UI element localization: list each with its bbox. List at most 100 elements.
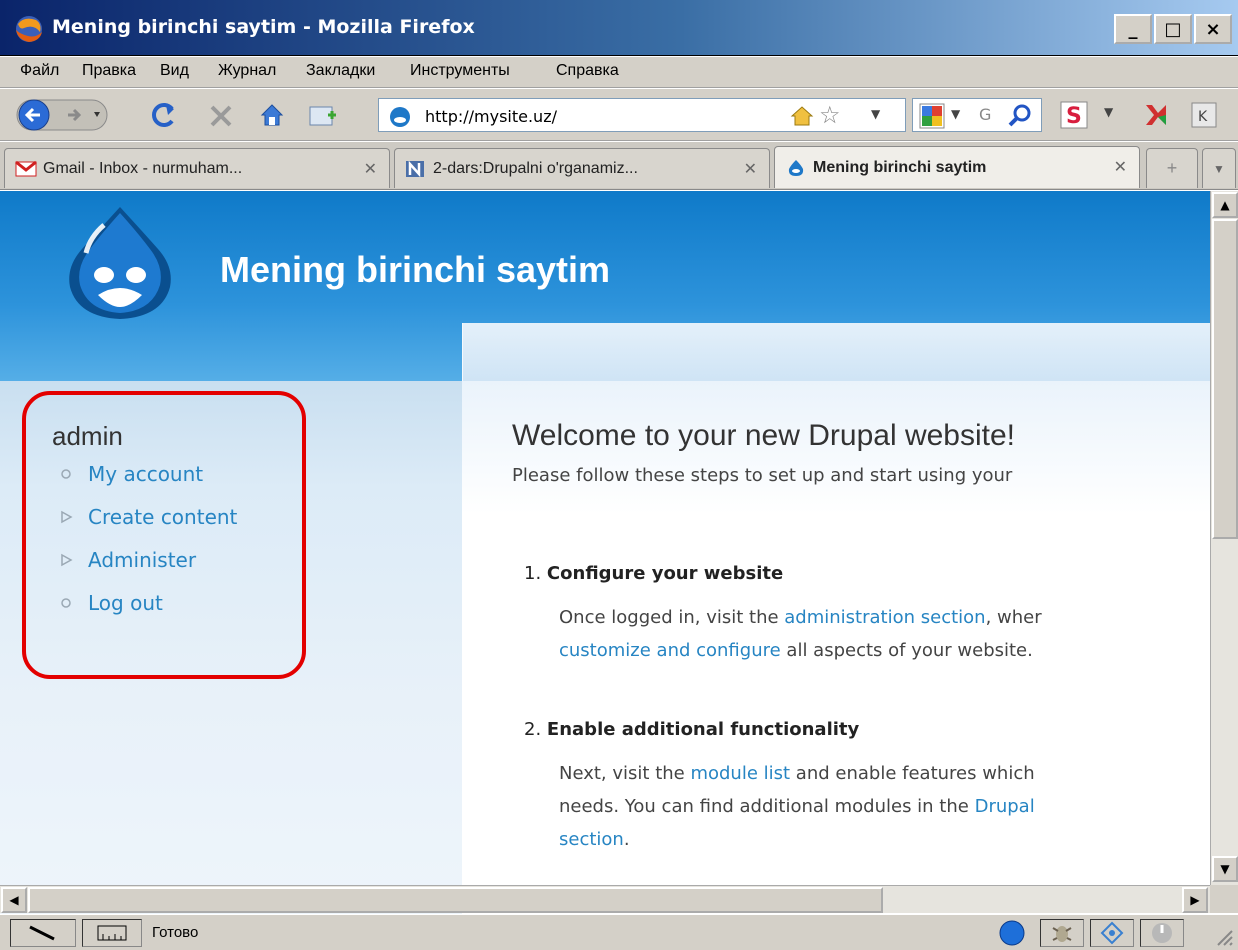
main-content: Welcome to your new Drupal website! Plea… <box>462 381 1210 914</box>
module-list-link[interactable]: module list <box>690 763 790 784</box>
highlight-annotation <box>22 391 306 679</box>
url-bar[interactable]: ☆ ▼ <box>378 98 906 132</box>
step-text: all aspects of your website. <box>780 640 1033 661</box>
status-bar: Готово <box>0 914 1238 950</box>
search-prefix-icon: G <box>979 105 992 124</box>
step-1-heading: 1. Configure your website <box>524 563 783 584</box>
step-text: Once logged in, visit the <box>559 607 785 628</box>
tab-close-icon[interactable]: ✕ <box>364 159 377 179</box>
vertical-scrollbar[interactable]: ▲ ▼ <box>1210 191 1238 885</box>
google-icon <box>919 103 945 129</box>
scroll-corner <box>1210 885 1238 913</box>
step-text: , wher <box>985 607 1042 628</box>
status-indicator-blue[interactable] <box>990 919 1034 947</box>
navigation-toolbar: ☆ ▼ ▼ G S ▼ K <box>0 89 1238 141</box>
tab-label: 2-dars:Drupalni o'rganamiz... <box>433 159 638 177</box>
kaspersky-icon[interactable] <box>1142 101 1170 129</box>
tab-label: Gmail - Inbox - nurmuham... <box>43 159 243 177</box>
drupal-logo-icon[interactable] <box>60 203 180 323</box>
svg-text:K: K <box>1198 109 1208 125</box>
back-forward-buttons[interactable] <box>16 97 116 133</box>
step-text: . <box>623 829 630 850</box>
n-site-icon <box>406 160 424 177</box>
page-title: Welcome to your new Drupal website! <box>512 419 1015 452</box>
window-title: Mening birinchi saytim - Mozilla Firefox <box>52 16 475 38</box>
search-icon[interactable] <box>1007 103 1033 129</box>
chevron-down-icon: ▼ <box>1213 161 1225 176</box>
stop-icon[interactable] <box>208 103 234 129</box>
firebug-cell[interactable] <box>1040 919 1084 947</box>
section-link[interactable]: section <box>559 829 624 850</box>
step-number: 2. <box>524 719 542 740</box>
site-title[interactable]: Mening birinchi saytim <box>220 249 610 291</box>
menu-bookmarks[interactable]: Закладки <box>306 62 375 80</box>
firefox-icon <box>16 16 42 42</box>
addon-dropdown-icon[interactable]: ▼ <box>1104 105 1113 119</box>
menu-edit[interactable]: Правка <box>82 62 136 80</box>
menu-file[interactable]: Файл <box>20 62 59 80</box>
menu-tools[interactable]: Инструменты <box>410 62 510 80</box>
horizontal-scroll-thumb[interactable] <box>28 887 883 913</box>
new-tab-icon[interactable] <box>308 101 338 129</box>
menu-history[interactable]: Журнал <box>218 62 276 80</box>
new-tab-button[interactable]: + <box>1146 148 1198 188</box>
close-window-button[interactable]: × <box>1194 14 1232 44</box>
addon-status-cell[interactable] <box>1090 919 1134 947</box>
tab-label: Mening birinchi saytim <box>813 158 987 176</box>
step-text: and enable features which <box>790 763 1035 784</box>
step-text: needs. You can find additional modules i… <box>559 796 975 817</box>
intro-text: Please follow these steps to set up and … <box>512 465 1013 486</box>
step-number: 1. <box>524 563 542 584</box>
tab-drupal-lesson[interactable]: 2-dars:Drupalni o'rganamiz... ✕ <box>394 148 770 188</box>
status-tool-cell[interactable] <box>10 919 76 947</box>
resize-grip-icon[interactable] <box>1212 925 1234 947</box>
tab-list-button[interactable]: ▼ <box>1202 148 1236 188</box>
tab-gmail[interactable]: Gmail - Inbox - nurmuham... ✕ <box>4 148 390 188</box>
site-favicon-icon <box>390 107 410 127</box>
step-title: Configure your website <box>546 563 784 584</box>
status-text: Готово <box>152 924 199 941</box>
status-ruler-cell[interactable] <box>82 919 142 947</box>
power-status-cell[interactable] <box>1140 919 1184 947</box>
search-engine-dropdown-icon[interactable]: ▼ <box>951 107 960 121</box>
search-box[interactable]: ▼ G <box>912 98 1042 132</box>
horizontal-scrollbar[interactable]: ◀ ▶ <box>0 885 1210 913</box>
addon-k-icon[interactable]: K <box>1190 101 1218 129</box>
pen-tool-icon <box>29 925 55 941</box>
firebug-icon <box>1052 926 1072 942</box>
menubar: Файл Правка Вид Журнал Закладки Инструме… <box>0 57 1238 88</box>
step-2-heading: 2. Enable additional functionality <box>524 719 859 740</box>
addon-s-icon[interactable]: S <box>1060 101 1088 129</box>
scroll-up-button[interactable]: ▲ <box>1212 192 1238 218</box>
bookmark-star-icon[interactable]: ☆ <box>819 101 841 129</box>
drupal-modules-link[interactable]: Drupal <box>975 796 1035 817</box>
plus-icon: + <box>1166 158 1178 178</box>
tab-active-site[interactable]: Mening birinchi saytim ✕ <box>774 146 1140 188</box>
vertical-scroll-thumb[interactable] <box>1212 219 1238 539</box>
administration-section-link[interactable]: administration section <box>784 607 985 628</box>
window-titlebar: Mening birinchi saytim - Mozilla Firefox… <box>0 0 1238 56</box>
page-viewport: Mening birinchi saytim admin My account … <box>0 191 1210 914</box>
scroll-right-button[interactable]: ▶ <box>1182 887 1208 913</box>
reload-icon[interactable] <box>150 101 178 129</box>
home-page-icon[interactable] <box>789 104 815 128</box>
tab-close-icon[interactable]: ✕ <box>744 159 757 179</box>
menu-view[interactable]: Вид <box>160 62 189 80</box>
menu-help[interactable]: Справка <box>556 62 619 80</box>
tab-close-icon[interactable]: ✕ <box>1114 157 1127 177</box>
minimize-button[interactable]: _ <box>1114 14 1152 44</box>
ruler-icon <box>97 925 127 941</box>
url-dropdown-icon[interactable]: ▼ <box>871 107 880 121</box>
maximize-button[interactable]: □ <box>1154 14 1192 44</box>
customize-configure-link[interactable]: customize and configure <box>559 640 781 661</box>
scroll-left-button[interactable]: ◀ <box>1 887 27 913</box>
drupal-favicon-icon <box>788 159 804 176</box>
step-2-text: Next, visit the module list and enable f… <box>559 757 1035 856</box>
scroll-down-button[interactable]: ▼ <box>1212 856 1238 882</box>
power-icon <box>1152 923 1172 943</box>
content-tab-area <box>462 323 1210 381</box>
home-icon[interactable] <box>258 101 286 129</box>
step-title: Enable additional functionality <box>546 719 860 740</box>
svg-text:S: S <box>1066 104 1082 129</box>
url-input[interactable] <box>425 105 785 127</box>
